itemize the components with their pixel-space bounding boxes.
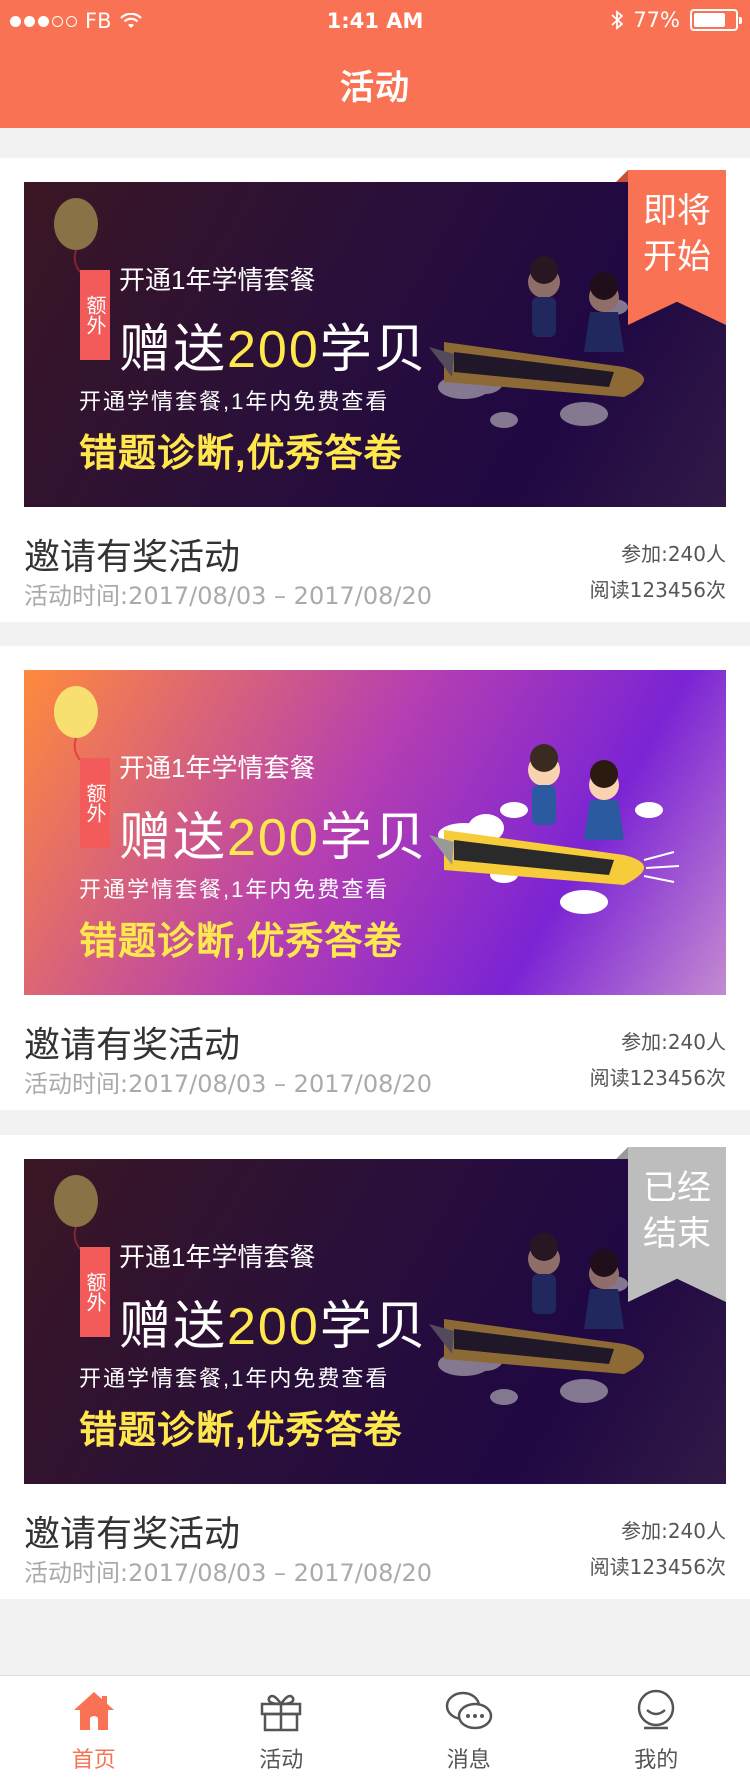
battery-icon bbox=[690, 9, 742, 31]
page-title: 活动 bbox=[340, 68, 410, 108]
tab-profile[interactable]: 我的 bbox=[563, 1676, 750, 1779]
banner-line-3: 开通学情套餐,1年内免费查看 bbox=[79, 1366, 390, 1391]
banner-line-1: 开通1年学情套餐 bbox=[119, 1242, 316, 1272]
upcoming-ribbon: 即将 开始 bbox=[628, 170, 726, 325]
activity-banner[interactable]: 额外 开通1年学情套餐 赠送200学贝 开通学情套餐,1年内免费查看 错题诊断,… bbox=[24, 670, 726, 995]
home-icon bbox=[73, 1692, 114, 1730]
ribbon-fold bbox=[616, 170, 628, 182]
activity-time: 活动时间:2017/08/03 – 2017/08/20 bbox=[24, 1070, 433, 1098]
tab-home[interactable]: 首页 bbox=[0, 1676, 188, 1779]
user-icon bbox=[638, 1689, 675, 1730]
activity-banner[interactable]: 额外 开通1年学情套餐 赠送200学贝 开通学情套餐,1年内免费查看 错题诊断,… bbox=[24, 182, 726, 507]
tab-label: 我的 bbox=[634, 1748, 679, 1773]
participant-count: 参加:240人 bbox=[621, 1030, 726, 1054]
participant-count: 参加:240人 bbox=[621, 542, 726, 566]
activity-time: 活动时间:2017/08/03 – 2017/08/20 bbox=[24, 1559, 433, 1587]
read-count: 阅读123456次 bbox=[589, 1555, 726, 1579]
tab-label: 活动 bbox=[259, 1748, 304, 1773]
tab-label: 消息 bbox=[446, 1748, 491, 1773]
banner-line-2: 赠送200学贝 bbox=[119, 321, 428, 379]
activity-title[interactable]: 邀请有奖活动 bbox=[24, 528, 240, 580]
banner-line-4: 错题诊断,优秀答卷 bbox=[79, 1410, 403, 1452]
participant-count: 参加:240人 bbox=[621, 1519, 726, 1543]
activity-title[interactable]: 邀请有奖活动 bbox=[24, 1505, 240, 1557]
bluetooth-icon bbox=[611, 10, 624, 30]
activity-banner[interactable]: 额外 开通1年学情套餐 赠送200学贝 开通学情套餐,1年内免费查看 错题诊断,… bbox=[24, 1159, 726, 1484]
banner-line-3: 开通学情套餐,1年内免费查看 bbox=[79, 877, 390, 902]
tab-messages[interactable]: 消息 bbox=[375, 1676, 563, 1779]
chat-icon bbox=[445, 1691, 492, 1730]
activity-time: 活动时间:2017/08/03 – 2017/08/20 bbox=[24, 582, 433, 610]
read-count: 阅读123456次 bbox=[589, 1066, 726, 1090]
read-count: 阅读123456次 bbox=[589, 578, 726, 602]
banner-line-2: 赠送200学贝 bbox=[119, 809, 428, 867]
bottom-tab-bar: 首页 活动 消息 我的 bbox=[0, 1675, 750, 1779]
activity-card[interactable]: 额外 开通1年学情套餐 赠送200学贝 开通学情套餐,1年内免费查看 错题诊断,… bbox=[0, 158, 750, 622]
ended-ribbon: 已经 结束 bbox=[628, 1147, 726, 1302]
extra-tag: 额外 bbox=[80, 1247, 110, 1337]
app-header: FB 1:41 AM 77% 活动 bbox=[0, 0, 750, 128]
tab-activities[interactable]: 活动 bbox=[188, 1676, 376, 1779]
banner-line-1: 开通1年学情套餐 bbox=[119, 265, 316, 295]
activity-card[interactable]: 额外 开通1年学情套餐 赠送200学贝 开通学情套餐,1年内免费查看 错题诊断,… bbox=[0, 646, 750, 1110]
battery-percent: 77% bbox=[633, 8, 680, 32]
banner-line-3: 开通学情套餐,1年内免费查看 bbox=[79, 389, 390, 414]
extra-tag: 额外 bbox=[80, 270, 110, 360]
status-bar: FB 1:41 AM 77% bbox=[0, 0, 750, 40]
tab-label: 首页 bbox=[71, 1748, 116, 1773]
activity-title[interactable]: 邀请有奖活动 bbox=[24, 1016, 240, 1068]
banner-line-1: 开通1年学情套餐 bbox=[119, 753, 316, 783]
banner-line-4: 错题诊断,优秀答卷 bbox=[79, 433, 403, 475]
gift-icon bbox=[261, 1694, 302, 1732]
ribbon-fold bbox=[616, 1147, 628, 1159]
banner-line-2: 赠送200学贝 bbox=[119, 1298, 428, 1356]
activity-card[interactable]: 额外 开通1年学情套餐 赠送200学贝 开通学情套餐,1年内免费查看 错题诊断,… bbox=[0, 1135, 750, 1599]
banner-line-4: 错题诊断,优秀答卷 bbox=[79, 921, 403, 963]
extra-tag: 额外 bbox=[80, 758, 110, 848]
